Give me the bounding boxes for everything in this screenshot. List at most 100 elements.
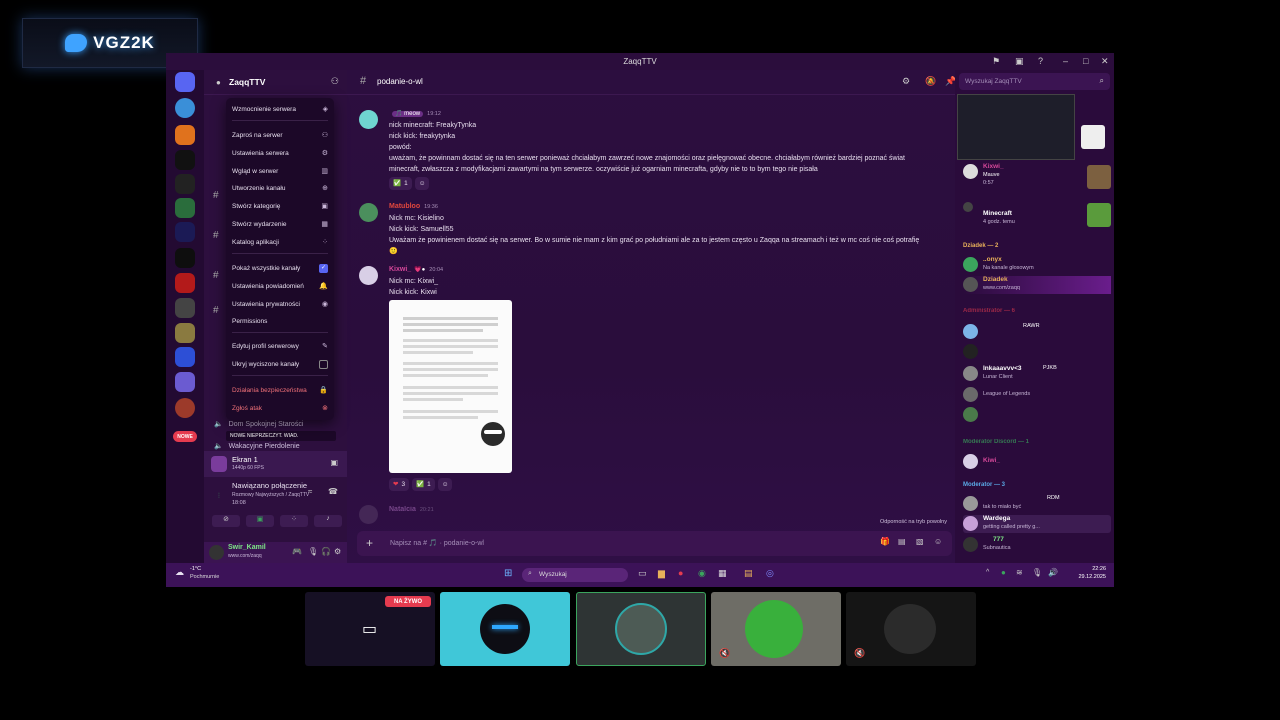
activity-item[interactable]: Kixwi_ Mauve 0:57 bbox=[963, 163, 1111, 193]
participant-tile-stream[interactable]: NA ŻYWO ▭ bbox=[305, 592, 435, 666]
server-icon[interactable] bbox=[175, 323, 195, 343]
camera-off-button[interactable]: ⊘ bbox=[212, 515, 240, 527]
member-item[interactable]: Kiwi_ bbox=[963, 453, 1111, 471]
app-icon[interactable]: ● bbox=[678, 568, 683, 578]
avatar[interactable] bbox=[359, 203, 378, 222]
start-icon[interactable]: ⊞ bbox=[504, 568, 512, 579]
clock-time[interactable]: 22:26 bbox=[1072, 566, 1106, 572]
gear-icon[interactable]: ⚙ bbox=[334, 547, 341, 556]
stream-preview[interactable] bbox=[957, 94, 1075, 160]
volume-icon[interactable]: 🔊 bbox=[1048, 568, 1058, 577]
composer-placeholder[interactable]: Napisz na # 🎵 · podanie-o-wl bbox=[390, 539, 484, 547]
soundboard-button[interactable]: ♪ bbox=[314, 515, 342, 527]
avatar[interactable] bbox=[359, 266, 378, 285]
reaction[interactable]: ✅ 1 bbox=[389, 177, 412, 190]
server-icon[interactable] bbox=[175, 298, 195, 318]
menu-item-create-event[interactable]: Stwórz wydarzenie ▦ bbox=[232, 217, 328, 231]
notifications-icon[interactable]: 🔕 bbox=[925, 76, 936, 87]
stream-panel[interactable]: Ekran 1 1440p 60 FPS ▣ bbox=[204, 451, 347, 477]
add-member-icon[interactable]: ⚇ bbox=[331, 76, 339, 87]
avatar[interactable] bbox=[359, 505, 378, 524]
menu-item-boost[interactable]: Wzmocnienie serwera ◈ bbox=[232, 102, 328, 116]
controller-icon[interactable]: 🎮 bbox=[292, 547, 302, 556]
menu-item-create-channel[interactable]: Utworzenie kanału ⊕ bbox=[232, 181, 328, 195]
avatar[interactable] bbox=[209, 545, 224, 560]
sticker-icon[interactable]: ▧ bbox=[916, 537, 924, 546]
menu-item-permissions[interactable]: Permissions bbox=[232, 314, 328, 328]
participant-tile-speaking[interactable] bbox=[576, 592, 706, 666]
search-input[interactable]: Wyszukaj ZaqqTTV bbox=[965, 78, 1022, 85]
screen-share-icon[interactable]: ▣ bbox=[330, 458, 338, 467]
member-item[interactable]: Wardega getting called pretty g... bbox=[963, 515, 1111, 533]
noise-suppression-icon[interactable]: ≈ bbox=[308, 487, 312, 496]
tray-up-icon[interactable]: ^ bbox=[986, 569, 989, 576]
server-icon[interactable] bbox=[175, 273, 195, 293]
menu-item-app-directory[interactable]: Katalog aplikacji ⁘ bbox=[232, 235, 328, 249]
close-icon[interactable]: ✕ bbox=[1101, 56, 1109, 67]
inbox-icon[interactable]: ⚑ bbox=[992, 56, 1000, 67]
server-icon[interactable] bbox=[175, 125, 195, 145]
headphones-icon[interactable]: 🎧 bbox=[321, 547, 331, 556]
server-icon[interactable] bbox=[175, 398, 195, 418]
clock-date[interactable]: 29.12.2025 bbox=[1072, 574, 1106, 580]
server-icon[interactable] bbox=[175, 198, 195, 218]
message-author[interactable]: Natalcia bbox=[389, 506, 416, 513]
add-reaction-button[interactable]: ☺ bbox=[414, 177, 430, 190]
participant-tile[interactable]: 🔇 bbox=[711, 592, 841, 666]
tray-icon[interactable]: ● bbox=[1001, 568, 1006, 577]
maximize-icon[interactable]: □ bbox=[1083, 56, 1088, 66]
server-icon[interactable] bbox=[175, 248, 195, 268]
threads-icon[interactable]: ⚙ bbox=[902, 76, 910, 87]
help-icon[interactable]: ? bbox=[1038, 56, 1043, 66]
participant-tile[interactable]: 🔇 bbox=[846, 592, 976, 666]
message-composer[interactable]: + Napisz na # 🎵 · podanie-o-wl 🎁 ▤ ▧ ☺ bbox=[357, 531, 952, 556]
menu-item-security-actions[interactable]: Działania bezpieczeństwa 🔒 bbox=[232, 383, 328, 397]
server-icon[interactable] bbox=[175, 174, 195, 194]
microphone-icon[interactable]: 🎙 bbox=[308, 547, 318, 556]
message-author[interactable]: Matubloo bbox=[389, 203, 420, 210]
server-icon[interactable] bbox=[175, 347, 195, 367]
screen-icon[interactable]: ▣ bbox=[1015, 56, 1024, 67]
participant-tile[interactable] bbox=[440, 592, 570, 666]
folder-icon[interactable]: ▆ bbox=[658, 568, 665, 579]
mic-icon[interactable]: 🎙 bbox=[1032, 568, 1042, 577]
member-item[interactable]: lnkaaavvv<3 PJKB Lunar Client bbox=[963, 365, 1111, 383]
search-box[interactable]: Wyszukaj ZaqqTTV ⌕ bbox=[959, 73, 1110, 90]
attach-plus-icon[interactable]: + bbox=[366, 536, 373, 550]
gift-icon[interactable]: 🎁 bbox=[880, 537, 890, 546]
member-item[interactable] bbox=[963, 343, 1111, 361]
menu-item-privacy[interactable]: Ustawienia prywatności ◉ bbox=[232, 297, 328, 311]
avatar[interactable] bbox=[359, 110, 378, 129]
wifi-icon[interactable]: ≋ bbox=[1016, 568, 1023, 577]
server-icon[interactable] bbox=[175, 222, 195, 242]
server-icon[interactable] bbox=[175, 150, 195, 170]
menu-item-edit-profile[interactable]: Edytuj profil serwerowy ✎ bbox=[232, 339, 328, 353]
menu-item-settings[interactable]: Ustawienia serwera ⚙ bbox=[232, 146, 328, 160]
connection-channel[interactable]: Rozmowy Najwyższych / ZaqqTTV bbox=[232, 492, 309, 498]
menu-item-show-all-channels[interactable]: Pokaż wszystkie kanały ✓ bbox=[232, 261, 328, 275]
activity-item[interactable]: Minecraft 4 godz. temu bbox=[963, 201, 1111, 231]
menu-item-insights[interactable]: Wgląd w serwer ▥ bbox=[232, 164, 328, 178]
new-badge[interactable]: NOWE bbox=[173, 431, 197, 442]
server-icon[interactable] bbox=[175, 98, 195, 118]
emoji-icon[interactable]: ☺ bbox=[934, 537, 942, 546]
menu-item-invite[interactable]: Zaproś na serwer ⚇ bbox=[232, 128, 328, 142]
menu-item-hide-muted[interactable]: Ukryj wyciszone kanały bbox=[232, 357, 328, 371]
member-item[interactable]: 777 Subnautica bbox=[963, 536, 1111, 554]
task-view-icon[interactable]: ▭ bbox=[638, 568, 647, 579]
add-reaction-button[interactable]: ☺ bbox=[437, 478, 453, 491]
disconnect-icon[interactable]: ☎ bbox=[328, 487, 338, 496]
reaction[interactable]: ❤ 3 bbox=[389, 478, 410, 491]
weather-icon[interactable]: ☁ bbox=[175, 567, 184, 578]
member-item[interactable]: RAWR bbox=[963, 323, 1111, 341]
message-author[interactable]: Kixwi_ bbox=[389, 266, 411, 273]
app-icon[interactable]: ▤ bbox=[744, 568, 753, 579]
gif-icon[interactable]: ▤ bbox=[898, 537, 906, 546]
member-item[interactable] bbox=[963, 406, 1111, 424]
discord-icon[interactable]: ◎ bbox=[766, 568, 774, 579]
share-screen-button[interactable]: ▣ bbox=[246, 515, 274, 527]
activities-button[interactable]: ⁘ bbox=[280, 515, 308, 527]
member-item[interactable]: League of Legends bbox=[963, 386, 1111, 404]
menu-item-notifications[interactable]: Ustawienia powiadomień 🔔 bbox=[232, 279, 328, 293]
new-unread-tooltip[interactable]: NOWE NIEPRZECZYT. WIAD. bbox=[226, 431, 336, 441]
